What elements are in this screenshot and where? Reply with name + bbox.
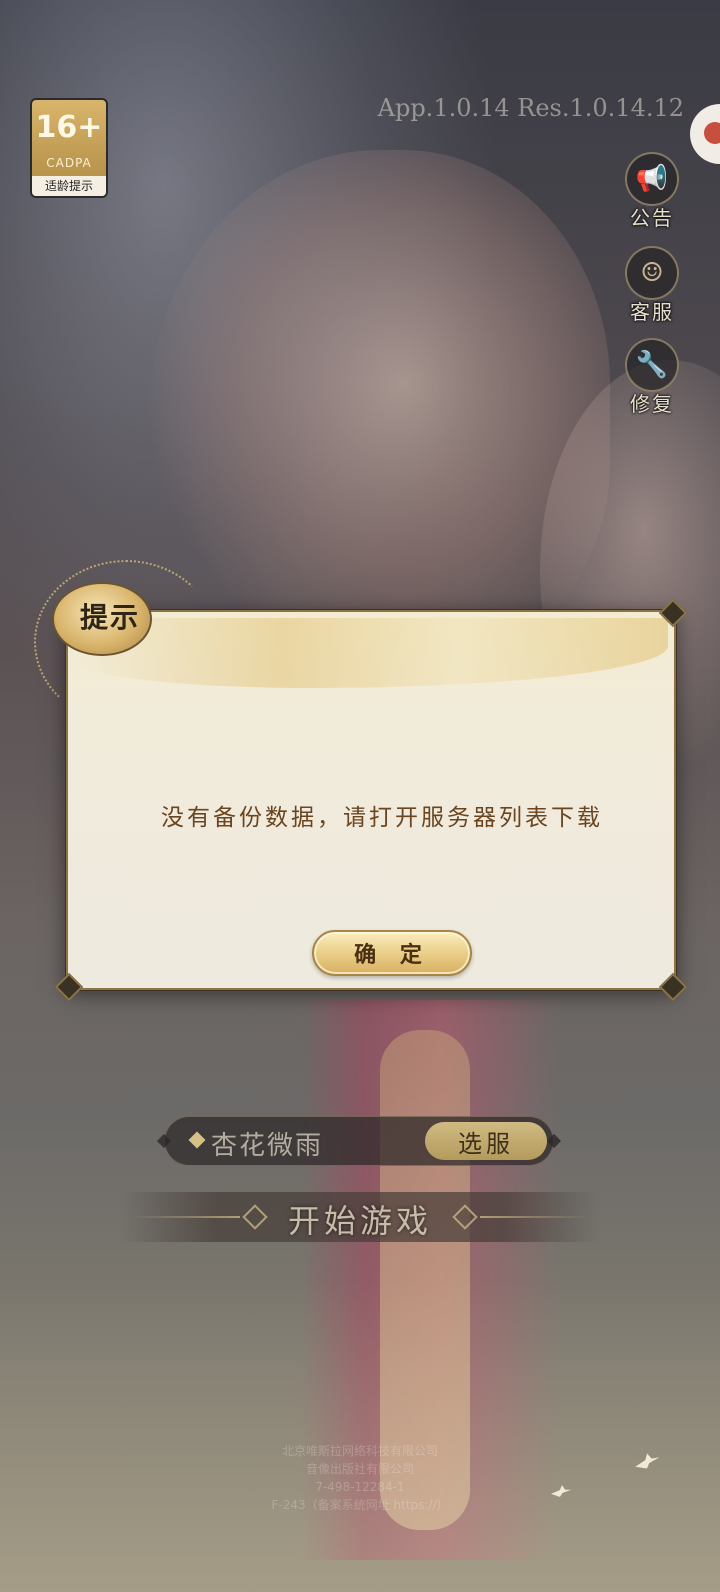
version-text: App.1.0.14 Res.1.0.14.12 [377, 94, 684, 122]
dialog-corner [658, 598, 688, 628]
confirm-button[interactable]: 确 定 [312, 930, 472, 976]
wrench-icon: 🔧 [625, 338, 679, 392]
repair-button[interactable]: 🔧 修复 [622, 338, 682, 417]
server-bar-left-tip [156, 1133, 172, 1149]
footer-line: 音像出版社有限公司 [305, 1462, 414, 1476]
footer-line: F-243（备案系统网址 https://） [271, 1498, 449, 1512]
customer-service-label: 客服 [630, 300, 674, 324]
announcement-label: 公告 [630, 206, 674, 230]
ornament-line-right [480, 1216, 590, 1218]
age-rating-badge[interactable]: 16+ CADPA 适龄提示 [30, 98, 108, 198]
alert-dialog: 没有备份数据，请打开服务器列表下载 确 定 提示 [30, 560, 690, 1002]
dialog-title: 提示 [80, 601, 141, 634]
dialog-panel: 没有备份数据，请打开服务器列表下载 确 定 [54, 598, 688, 1002]
game-screen: 16+ CADPA 适龄提示 App.1.0.14 Res.1.0.14.12 … [0, 0, 720, 1592]
background-bottom-glow [0, 1280, 720, 1592]
server-selector[interactable]: 杏花微雨 选服 [156, 1116, 562, 1166]
dialog-message: 没有备份数据，请打开服务器列表下载 [161, 805, 603, 831]
age-rating-org: CADPA [46, 156, 92, 170]
copyright-footer: 北京唯斯拉网络科技有限公司 音像出版社有限公司 7-498-12284-1 F-… [0, 1442, 720, 1514]
announcement-button[interactable]: 📢 公告 [622, 152, 682, 231]
diamond-icon [188, 1131, 206, 1149]
repair-label: 修复 [630, 392, 674, 416]
age-rating-label: 适龄提示 [32, 176, 106, 196]
footer-line: 7-498-12284-1 [315, 1480, 405, 1494]
start-game-label: 开始游戏 [287, 1202, 432, 1240]
age-rating-number: 16+ [35, 110, 103, 145]
dialog-corner [54, 972, 84, 1002]
megaphone-icon: 📢 [625, 152, 679, 206]
customer-service-button[interactable]: ☺ 客服 [622, 246, 682, 325]
dialog-corner [658, 972, 688, 1002]
footer-line: 北京唯斯拉网络科技有限公司 [281, 1444, 438, 1458]
select-server-button[interactable]: 选服 [425, 1122, 547, 1160]
headset-icon: ☺ [625, 246, 679, 300]
start-game-button[interactable]: 开始游戏 [120, 1192, 600, 1242]
server-name: 杏花微雨 [211, 1131, 324, 1161]
corner-logo-icon[interactable] [690, 104, 720, 164]
